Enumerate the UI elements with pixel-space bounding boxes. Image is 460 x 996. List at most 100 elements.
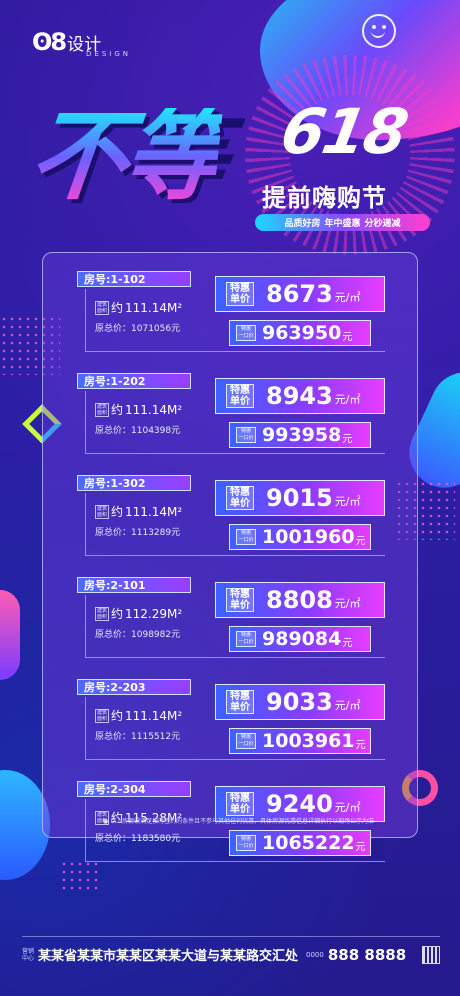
- hero-number: 618: [275, 95, 412, 168]
- area-value: 111.14M²: [125, 402, 183, 417]
- total-unit: 元: [355, 739, 366, 751]
- unit-row: 房号:1-202 建筑 面积 约 111.14M² 原总价：1104398元 特…: [43, 373, 417, 473]
- area-badge: 建筑 面积: [95, 402, 110, 417]
- special-price-box: 特惠 单价 9015 元/㎡: [215, 480, 385, 516]
- special-price-label: 特惠 单价: [226, 792, 254, 816]
- special-price-value: 8808: [266, 586, 333, 614]
- unit-row: 房号:2-304 建筑 面积 约 115.28M² 原总价：1183580元 特…: [43, 781, 417, 881]
- price-unit: 元/㎡: [334, 393, 361, 406]
- total-price-box: 特惠 一口价 1003961 元: [229, 728, 371, 754]
- room-number-tag: 房号:2-203: [77, 679, 191, 695]
- total-price-value: 1003961: [262, 730, 355, 752]
- original-price-label: 原总价：: [95, 426, 132, 436]
- total-price-value: 989084: [262, 628, 342, 650]
- special-price-box: 特惠 单价 8943 元/㎡: [215, 378, 385, 414]
- connector-line: [85, 351, 385, 352]
- area-badge: 建筑 面积: [95, 300, 110, 315]
- area-row: 建筑 面积 约 111.14M²: [95, 299, 182, 316]
- connector-line: [85, 657, 385, 658]
- original-price-value: 1183580元: [131, 834, 181, 844]
- connector-line: [85, 493, 86, 555]
- hero-title: 不等: [24, 100, 225, 214]
- logo-subtext: DESIGN: [86, 50, 131, 58]
- special-price-value: 8943: [266, 382, 333, 410]
- units-panel: 房号:1-102 建筑 面积 约 111.14M² 原总价：1071056元 特…: [42, 252, 418, 862]
- room-number-tag: 房号:2-304: [77, 781, 191, 797]
- total-unit: 元: [355, 535, 366, 547]
- original-price-row: 原总价：1098982元: [95, 627, 180, 640]
- room-number-tag: 房号:2-101: [77, 577, 191, 593]
- total-price-value: 993958: [262, 424, 342, 446]
- area-prefix: 约: [111, 607, 124, 621]
- original-price-value: 1104398元: [131, 426, 181, 436]
- special-price-value: 9015: [266, 484, 333, 512]
- logo-mark: ʘ8: [32, 28, 67, 56]
- original-price-value: 1071056元: [131, 324, 181, 334]
- connector-line: [85, 595, 86, 657]
- total-unit: 元: [342, 433, 353, 445]
- total-price-box: 特惠 一口价 993958 元: [229, 422, 371, 448]
- area-badge: 建筑 面积: [95, 606, 110, 621]
- decor-pill: [0, 590, 20, 680]
- smile-icon: [362, 14, 396, 48]
- total-price-label: 特惠 一口价: [236, 325, 256, 341]
- total-price-label: 特惠 一口价: [236, 631, 256, 647]
- total-price-box: 特惠 一口价 1001960 元: [229, 524, 371, 550]
- special-price-value: 9240: [266, 790, 333, 818]
- special-price-label: 特惠 单价: [226, 282, 254, 306]
- area-prefix: 约: [111, 301, 124, 315]
- connector-line: [85, 453, 385, 454]
- special-price-label: 特惠 单价: [226, 588, 254, 612]
- unit-row: 房号:1-302 建筑 面积 约 111.14M² 原总价：1113289元 特…: [43, 475, 417, 575]
- promo-poster: ʘ8 设计 DESIGN 不等 不等 618 提前嗨购节 品质好房 年中盛惠 分…: [0, 0, 460, 996]
- room-number-tag: 房号:1-102: [77, 271, 191, 287]
- tagline-bar: 品质好房 年中盛惠 分秒递减: [255, 214, 430, 231]
- price-unit: 元/㎡: [334, 291, 361, 304]
- connector-line: [85, 289, 86, 351]
- area-prefix: 约: [111, 505, 124, 519]
- original-price-label: 原总价：: [95, 834, 132, 844]
- price-unit: 元/㎡: [334, 597, 361, 610]
- qr-code-icon: [422, 946, 440, 964]
- area-value: 112.29M²: [125, 606, 183, 621]
- area-row: 建筑 面积 约 111.14M²: [95, 401, 182, 418]
- room-number-tag: 房号:1-202: [77, 373, 191, 389]
- special-price-value: 9033: [266, 688, 333, 716]
- total-unit: 元: [342, 331, 353, 343]
- special-price-label: 特惠 单价: [226, 384, 254, 408]
- total-price-value: 1065222: [262, 832, 355, 854]
- original-price-label: 原总价：: [95, 324, 132, 334]
- original-price-row: 原总价：1071056元: [95, 321, 180, 334]
- total-price-box: 特惠 一口价 1065222 元: [229, 830, 371, 856]
- area-prefix: 约: [111, 403, 124, 417]
- price-unit: 元/㎡: [334, 801, 361, 814]
- total-price-label: 特惠 一口价: [236, 529, 256, 545]
- footer-divider: [22, 936, 440, 937]
- original-price-row: 原总价：1113289元: [95, 525, 180, 538]
- connector-line: [85, 861, 385, 862]
- total-price-label: 特惠 一口价: [236, 427, 256, 443]
- original-price-value: 1098982元: [131, 630, 181, 640]
- original-price-value: 1113289元: [131, 528, 181, 538]
- total-unit: 元: [342, 637, 353, 649]
- disclaimer-note: ● 以上房源需满足按时签约的条件且不参与其他任何优惠，具体房源优惠信息详细执行以…: [103, 818, 375, 825]
- special-price-box: 特惠 单价 8673 元/㎡: [215, 276, 385, 312]
- unit-row: 房号:2-101 建筑 面积 约 112.29M² 原总价：1098982元 特…: [43, 577, 417, 677]
- area-badge: 建筑 面积: [95, 708, 110, 723]
- tagline-item: 分秒递减: [364, 219, 401, 229]
- hero-subtitle: 提前嗨购节: [262, 184, 387, 212]
- original-price-label: 原总价：: [95, 528, 132, 538]
- total-price-value: 1001960: [262, 526, 355, 548]
- area-row: 建筑 面积 约 112.29M²: [95, 605, 182, 622]
- footer: 营销 中心 某某省某某市某某区某某大道与某某路交汇处 0000 888 8888: [22, 945, 440, 965]
- total-price-label: 特惠 一口价: [236, 835, 256, 851]
- special-price-label: 特惠 单价: [226, 690, 254, 714]
- unit-row: 房号:1-102 建筑 面积 约 111.14M² 原总价：1071056元 特…: [43, 271, 417, 371]
- total-price-value: 963950: [262, 322, 342, 344]
- original-price-row: 原总价：1115512元: [95, 729, 180, 742]
- original-price-label: 原总价：: [95, 732, 132, 742]
- connector-line: [85, 799, 86, 861]
- area-row: 建筑 面积 约 111.14M²: [95, 707, 182, 724]
- tagline-item: 年中盛惠: [324, 219, 361, 229]
- connector-line: [85, 697, 86, 759]
